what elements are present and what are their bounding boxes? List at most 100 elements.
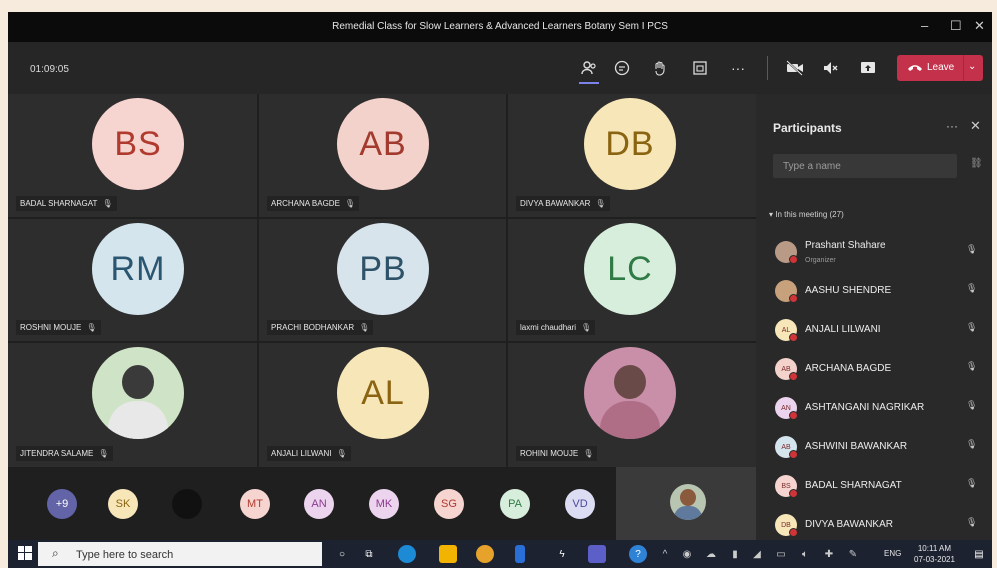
strip-avatar[interactable]: AN [304,489,334,519]
language-indicator[interactable]: ENG [884,549,901,558]
more-actions-icon[interactable]: ··· [726,56,750,80]
strip-avatar[interactable]: VD [565,489,595,519]
participant-row[interactable]: AASHU SHENDRE 🎙︎ [756,275,992,307]
video-tile[interactable]: RM ROSHNI MOUJE 🎙︎ [8,219,257,341]
tile-name: ROHINI MOUJE [520,449,579,458]
panel-close-icon[interactable]: ✕ [970,118,981,134]
maximize-button[interactable]: ☐ [950,18,962,34]
strip-avatar[interactable] [172,489,202,519]
chat-icon[interactable] [610,56,634,80]
presence-dot [789,528,798,537]
raise-hand-icon[interactable] [648,56,672,80]
participant-avatar [584,347,676,439]
video-tile[interactable]: AL ANJALI LILWANI 🎙︎ [259,343,506,467]
video-tile[interactable]: LC laxmi chaudhari 🎙︎ [508,219,756,341]
lightning-app-icon[interactable]: ϟ [553,545,571,563]
system-clock[interactable]: 10:11 AM 07-03-2021 [914,543,955,565]
participant-row[interactable]: AN ASHTANGANI NAGRIKAR 🎙︎ [756,392,992,424]
link-icon[interactable]: ⛓ [970,158,983,169]
tray-usb-icon[interactable]: ▮ [726,545,744,563]
self-view[interactable] [616,467,756,540]
participant-list-avatar: DB [775,514,798,537]
participant-list-avatar: BS [775,475,798,498]
word-icon[interactable] [515,545,525,563]
share-screen-icon[interactable] [856,56,880,80]
tile-name: ROSHNI MOUJE [20,323,82,332]
video-tile[interactable]: PB PRACHI BODHANKAR 🎙︎ [259,219,506,341]
presence-dot [789,411,798,420]
presence-dot [789,294,798,303]
participants-icon[interactable] [577,56,601,80]
tray-network-icon[interactable]: ◢ [748,545,766,563]
battery-icon[interactable]: ▭ [772,545,790,563]
participant-list-avatar: AN [775,397,798,420]
strip-avatar[interactable]: MK [369,489,399,519]
panel-title: Participants [773,121,842,135]
participant-avatar: BS [92,98,184,190]
tile-name-label: laxmi chaudhari 🎙︎ [516,320,596,335]
video-tile[interactable]: BS BADAL SHARNAGAT 🎙︎ [8,94,257,217]
participant-row[interactable]: AL ANJALI LILWANI 🎙︎ [756,314,992,346]
teams-icon[interactable] [588,545,606,563]
mic-off-icon: 🎙︎ [98,449,109,458]
participant-row[interactable]: Prashant Shahare Organizer 🎙︎ [756,236,992,268]
file-explorer-icon[interactable] [439,545,457,563]
video-tile[interactable]: AB ARCHANA BAGDE 🎙︎ [259,94,506,217]
participant-name: DIVYA BAWANKAR [805,519,893,530]
self-avatar [670,484,706,520]
close-button[interactable]: ✕ [974,18,985,34]
tile-name-label: ARCHANA BAGDE 🎙︎ [267,196,360,211]
participant-name: ANJALI LILWANI [805,324,881,335]
strip-avatar[interactable]: SK [108,489,138,519]
mic-off-icon: 🎙︎ [966,283,978,293]
presence-dot [789,333,798,342]
notification-icon[interactable]: ▤ [970,545,988,563]
task-view-icon[interactable]: ⧉ [360,545,378,563]
participant-search-input[interactable] [773,154,953,178]
chrome-icon[interactable] [476,545,494,563]
participant-list-avatar [775,280,798,303]
cortana-icon[interactable]: ○ [333,545,351,563]
participant-role: Organizer [805,257,836,264]
leave-button[interactable]: Leave ⌄ [897,55,983,81]
video-tile[interactable]: JITENDRA SALAME 🎙︎ [8,343,257,467]
participant-row[interactable]: AB ARCHANA BAGDE 🎙︎ [756,353,992,385]
mic-muted-icon[interactable] [818,56,842,80]
mic-off-icon: 🎙︎ [966,517,978,527]
video-tile[interactable]: ROHINI MOUJE 🎙︎ [508,343,756,467]
tray-cloud-icon[interactable]: ☁ [702,545,720,563]
participants-panel: Participants ··· ✕ ⛓ ▾ In this meeting (… [756,94,992,540]
strip-avatar[interactable]: PA [500,489,530,519]
participant-row[interactable]: BS BADAL SHARNAGAT 🎙︎ [756,470,992,502]
presence-dot [789,372,798,381]
participant-name: ASHWINI BAWANKAR [805,441,908,452]
participants-section-header[interactable]: ▾ In this meeting (27) [769,210,844,219]
windows-start-icon[interactable] [18,546,32,563]
presence-dot [789,255,798,264]
meeting-toolbar: 01:09:05 ··· Leave ⌄ [8,42,992,94]
strip-avatar[interactable]: SG [434,489,464,519]
window-title: Remedial Class for Slow Learners & Advan… [332,21,668,32]
rooms-icon[interactable] [688,56,712,80]
camera-off-icon[interactable] [783,56,807,80]
volume-icon[interactable]: 🔈︎ [796,545,814,563]
participant-row[interactable]: AB ASHWINI BAWANKAR 🎙︎ [756,431,992,463]
tray-chevron-icon[interactable]: ^ [656,545,674,563]
mic-off-icon: 🎙︎ [966,439,978,449]
help-icon[interactable]: ? [629,545,647,563]
tile-name: ANJALI LILWANI [271,449,332,458]
tray-app-icon[interactable]: ◉ [678,545,696,563]
participant-row[interactable]: DB DIVYA BAWANKAR 🎙︎ [756,509,992,540]
edge-icon[interactable] [398,545,416,563]
strip-avatar[interactable]: MT [240,489,270,519]
video-tile[interactable]: DB DIVYA BAWANKAR 🎙︎ [508,94,756,217]
panel-more-icon[interactable]: ··· [946,119,958,133]
active-tab-indicator [579,82,599,84]
more-participants-chip[interactable]: +9 [47,489,77,519]
presence-dot [789,489,798,498]
chevron-down-icon[interactable]: ⌄ [968,61,976,72]
tray-settings-icon[interactable]: ✚ [820,545,838,563]
pen-icon[interactable]: ✎ [844,545,862,563]
minimize-button[interactable]: – [921,18,928,33]
taskbar-search[interactable]: ⌕ Type here to search [38,542,322,566]
